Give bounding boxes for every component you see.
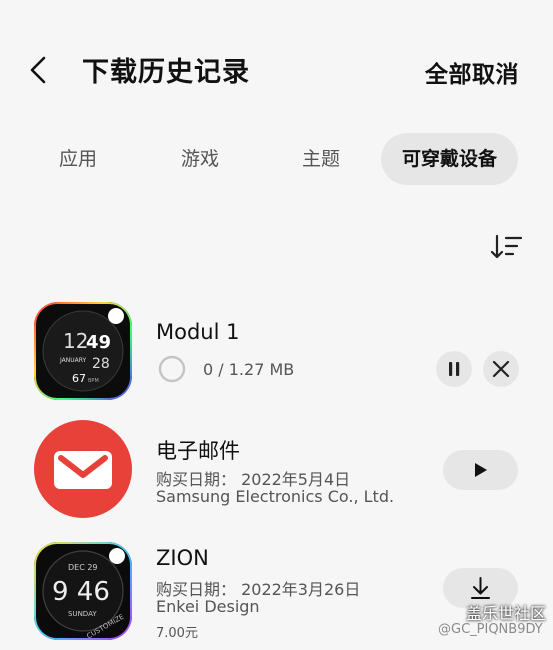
pause-icon — [449, 362, 460, 376]
back-button[interactable] — [22, 52, 58, 88]
watch-month-text: JANUARY — [59, 357, 87, 364]
app-name: ZION — [156, 546, 209, 570]
watch-face-app-icon: 12 49 JANUARY 28 67 BPM — [34, 302, 132, 400]
progress-spinner-icon — [158, 355, 186, 383]
watch-face-image: 12 49 JANUARY 28 67 BPM — [34, 302, 132, 400]
download-item[interactable]: 电子邮件 购买日期： 2022年5月4日 Samsung Electronics… — [0, 420, 553, 525]
pause-button[interactable] — [436, 351, 472, 387]
open-app-button[interactable] — [443, 450, 518, 490]
header: 下载历史记录 全部取消 — [0, 0, 553, 140]
watch-bpm-text: 67 — [72, 372, 86, 385]
envelope-icon — [34, 420, 132, 518]
watermark-user-id: @GC_PIQNB9DY — [438, 622, 543, 637]
watch-face-image: DEC 29 9 46 SUNDAY CUSTOMIZE — [34, 542, 132, 640]
watch-face-app-icon: DEC 29 9 46 SUNDAY CUSTOMIZE — [34, 542, 132, 640]
watch-weekday-text: SUNDAY — [68, 610, 97, 618]
tab-games[interactable]: 游戏 — [160, 133, 240, 185]
download-progress-ring — [158, 355, 186, 383]
watch-bpm-unit: BPM — [88, 378, 99, 384]
download-progress-text: 0 / 1.27 MB — [203, 360, 295, 379]
app-name: Modul 1 — [156, 320, 240, 344]
app-name: 电子邮件 — [156, 439, 240, 463]
tab-apps[interactable]: 应用 — [38, 133, 118, 185]
email-app-icon — [34, 420, 132, 518]
publisher: Samsung Electronics Co., Ltd. — [156, 487, 395, 506]
tab-themes[interactable]: 主题 — [281, 133, 361, 185]
watch-date-text: DEC 29 — [68, 563, 98, 572]
watch-time-text: 9 46 — [52, 577, 110, 607]
close-icon — [492, 360, 510, 378]
category-tabs: 应用 游戏 主题 可穿戴设备 — [0, 133, 553, 185]
page-title: 下载历史记录 — [82, 57, 250, 88]
sort-icon — [490, 234, 523, 259]
play-icon — [475, 463, 487, 477]
price: 7.00元 — [156, 626, 198, 641]
publisher: Enkei Design — [156, 597, 260, 616]
download-item[interactable]: 12 49 JANUARY 28 67 BPM Modul 1 0 / 1.27… — [0, 300, 553, 405]
cancel-all-button[interactable]: 全部取消 — [425, 55, 519, 89]
watch-day-text: 28 — [92, 356, 110, 372]
chevron-left-icon — [30, 56, 46, 84]
sort-button[interactable] — [490, 232, 524, 262]
watermark-community: 盖乐世社区 — [466, 604, 547, 623]
cancel-download-button[interactable] — [483, 351, 519, 387]
watch-hour-text: 12 — [63, 329, 88, 353]
tab-wearables[interactable]: 可穿戴设备 — [381, 133, 518, 185]
watch-minute-text: 49 — [86, 332, 111, 353]
